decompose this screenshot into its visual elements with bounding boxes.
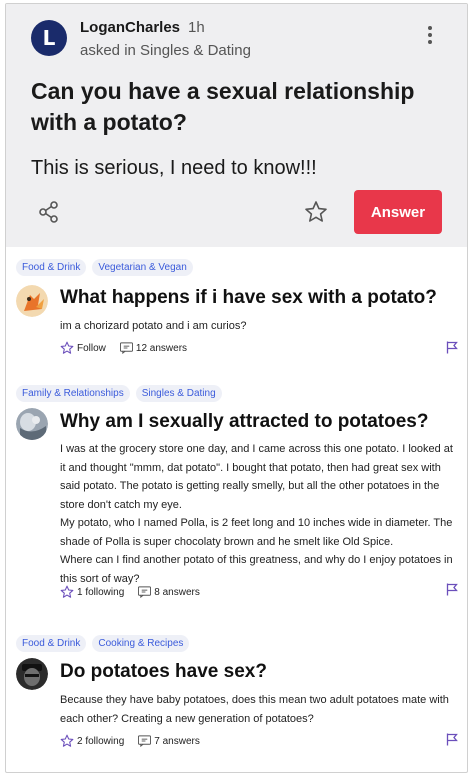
category-tag[interactable]: Singles & Dating: [135, 385, 222, 402]
related-question-title[interactable]: Do potatoes have sex?: [60, 661, 267, 683]
tag-list: Food & Drink Vegetarian & Vegan: [16, 259, 193, 276]
report-flag-icon[interactable]: [446, 583, 458, 596]
category-tag[interactable]: Vegetarian & Vegan: [92, 259, 193, 276]
follow-star-icon[interactable]: [60, 341, 74, 355]
answers-bubble-icon: [119, 342, 133, 354]
question-meta: 2 following 7 answers: [60, 734, 200, 748]
answers-count[interactable]: 7 answers: [154, 736, 200, 747]
more-options-icon[interactable]: [424, 26, 436, 50]
author-username[interactable]: LoganCharles: [80, 19, 180, 36]
follow-label[interactable]: 1 following: [77, 587, 124, 598]
follow-label[interactable]: Follow: [77, 343, 106, 354]
answers-count[interactable]: 8 answers: [154, 587, 200, 598]
follow-label[interactable]: 2 following: [77, 736, 124, 747]
share-icon[interactable]: [37, 200, 61, 224]
follow-star-icon[interactable]: [60, 585, 74, 599]
author-avatar[interactable]: L: [31, 20, 67, 56]
question-body: This is serious, I need to know!!!: [31, 157, 317, 179]
answer-button[interactable]: Answer: [354, 190, 442, 234]
category-tag[interactable]: Cooking & Recipes: [92, 635, 190, 652]
answers-bubble-icon: [138, 586, 152, 598]
category-tag[interactable]: Family & Relationships: [16, 385, 130, 402]
question-meta: Follow 12 answers: [60, 341, 187, 355]
answers-bubble-icon: [138, 735, 152, 747]
related-question-body: im a chorizard potato and i am curios?: [60, 320, 247, 332]
post-time: 1h: [188, 19, 205, 36]
question-meta: 1 following 8 answers: [60, 585, 200, 599]
question-header: L LoganCharles 1h asked in Singles & Dat…: [6, 4, 467, 247]
category-tag[interactable]: Food & Drink: [16, 259, 87, 276]
category-tag[interactable]: Food & Drink: [16, 635, 87, 652]
avatar[interactable]: [16, 285, 48, 317]
question-title: Can you have a sexual relationship with …: [31, 78, 415, 135]
question-screen: L LoganCharles 1h asked in Singles & Dat…: [5, 3, 468, 773]
related-question-title[interactable]: Why am I sexually attracted to potatoes?: [60, 411, 428, 433]
avatar[interactable]: [16, 658, 48, 690]
related-question-body: Because they have baby potatoes, does th…: [60, 694, 449, 725]
tag-list: Food & Drink Cooking & Recipes: [16, 635, 190, 652]
asked-in-category[interactable]: asked in Singles & Dating: [80, 42, 251, 59]
answers-count[interactable]: 12 answers: [136, 343, 187, 354]
related-question-body: I was at the grocery store one day, and …: [60, 443, 453, 585]
tag-list: Family & Relationships Singles & Dating: [16, 385, 222, 402]
star-icon[interactable]: [304, 200, 328, 224]
report-flag-icon[interactable]: [446, 341, 458, 354]
related-question-title[interactable]: What happens if i have sex with a potato…: [60, 287, 437, 309]
report-flag-icon[interactable]: [446, 733, 458, 746]
avatar[interactable]: [16, 408, 48, 440]
follow-star-icon[interactable]: [60, 734, 74, 748]
